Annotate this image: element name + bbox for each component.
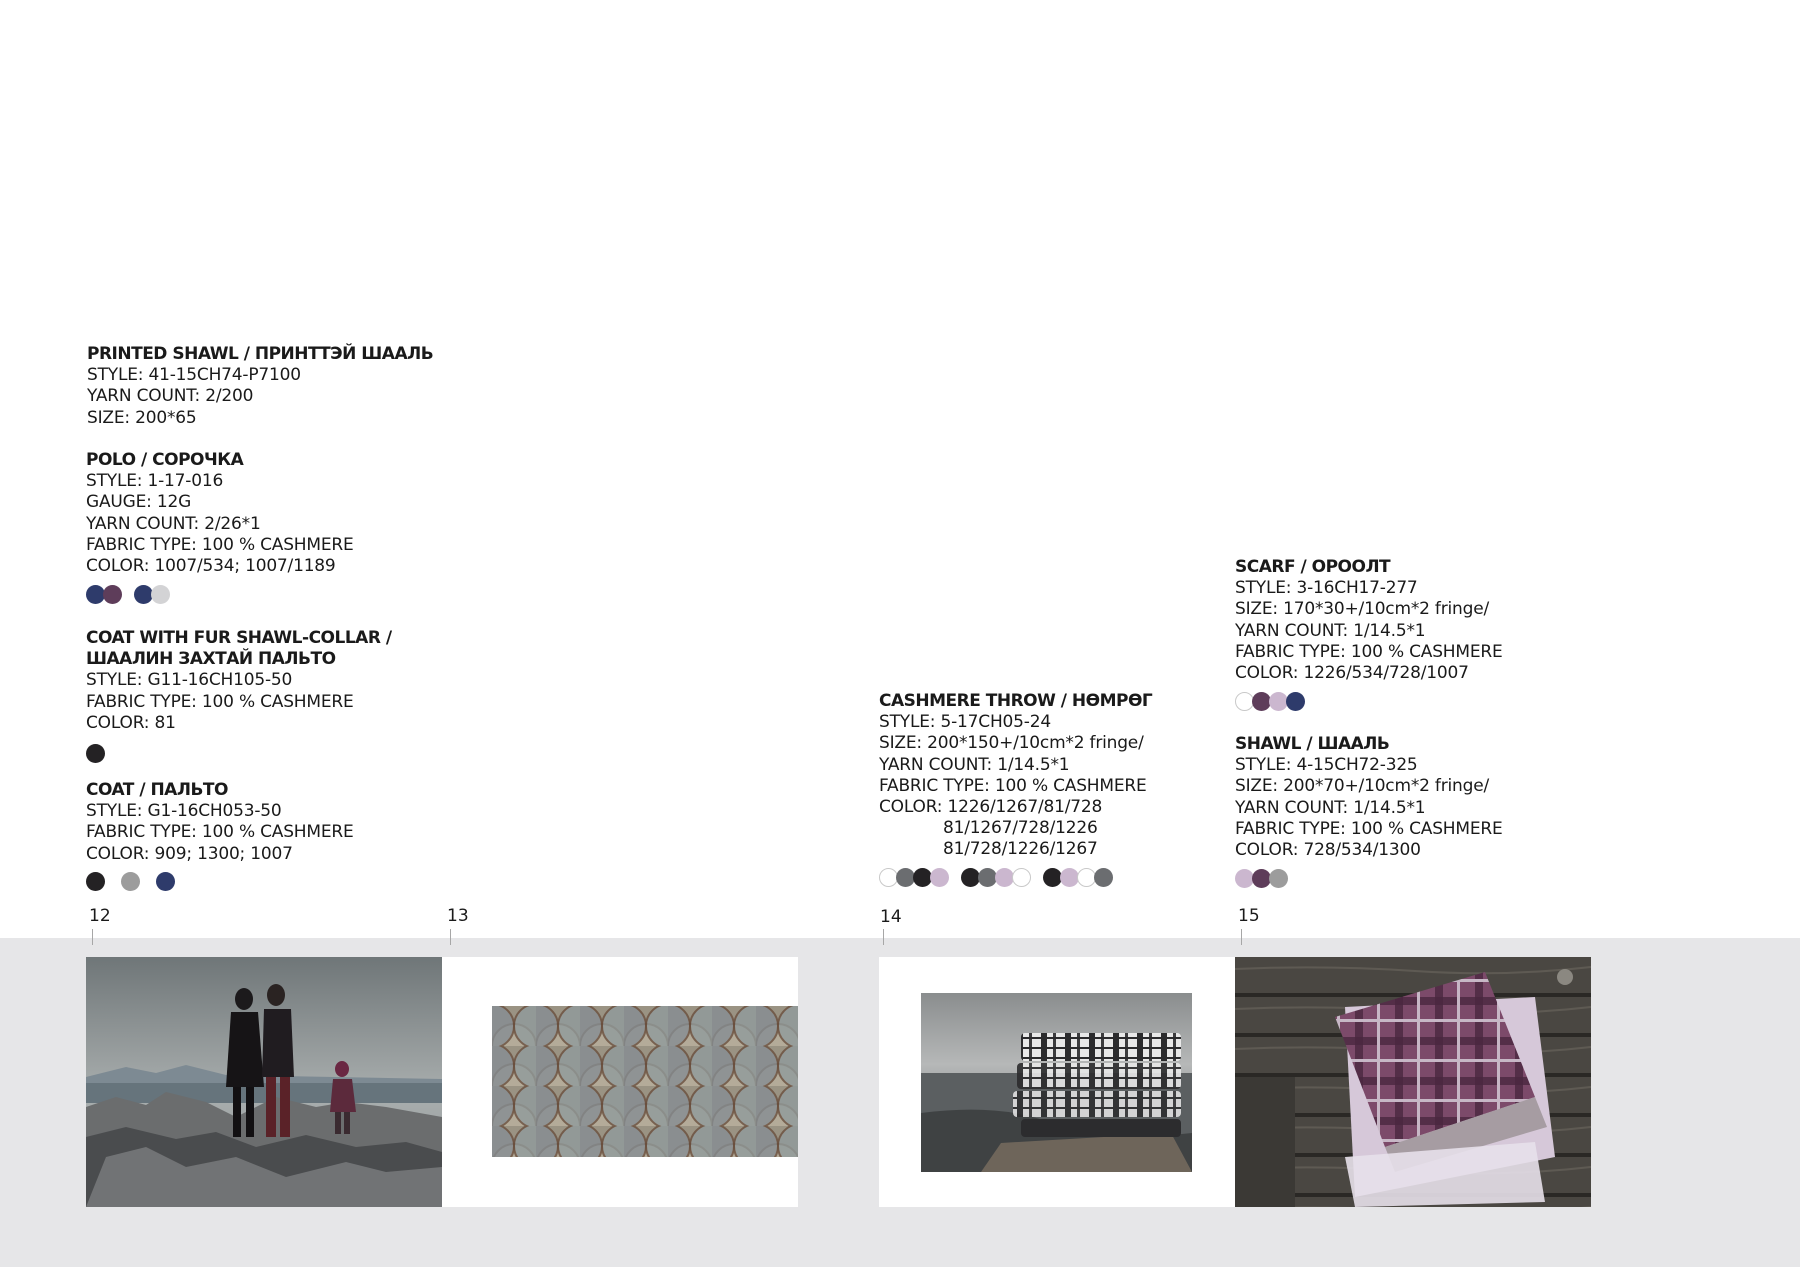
swatch-group [1235,691,1305,711]
fabric-type: FABRIC TYPE: 100 % CASHMERE [86,534,354,555]
page-number-14: 14 [880,907,902,927]
page-tick [883,929,884,945]
swatch-group [86,743,105,763]
swatch-group [1235,868,1288,888]
style-code: STYLE: G1-16CH053-50 [86,801,282,822]
color-swatches [86,583,354,605]
color-swatches [1235,690,1503,712]
style-code: STYLE: 3-16CH17-277 [1235,578,1418,599]
color-swatches [86,742,392,764]
size: SIZE: 170*30+/10cm*2 fringe/ [1235,599,1489,620]
yarn-count: YARN COUNT: 1/14.5*1 [1235,797,1426,818]
color-codes-3: 81/728/1226/1267 [943,839,1098,860]
product-title: PRINTED SHAWL / ПРИНТТЭЙ ШААЛЬ [87,344,434,364]
page-tick [450,929,451,945]
size: SIZE: 200*70+/10cm*2 fringe/ [1235,776,1489,797]
scarf-spec: SCARF / ОРООЛТ STYLE: 3-16CH17-277 SIZE:… [1235,557,1503,712]
style-code: STYLE: G11-16CH105-50 [86,670,293,691]
fabric-type: FABRIC TYPE: 100 % CASHMERE [86,822,354,843]
color-swatch-navy [1286,691,1305,711]
yarn-count: YARN COUNT: 2/200 [87,386,254,407]
product-title: CASHMERE THROW / НӨМРӨГ [879,691,1153,711]
color-codes: COLOR: 1226/534/728/1007 [1235,663,1469,684]
printed-shawl-pattern-image [492,1006,798,1157]
swatch-group [879,868,949,888]
page-number-15: 15 [1238,906,1260,926]
size: SIZE: 200*65 [87,407,197,428]
swatch-group [86,584,122,604]
color-swatch-white [1012,868,1031,888]
color-swatch-navy [156,872,175,892]
fabric-type: FABRIC TYPE: 100 % CASHMERE [86,691,354,712]
color-swatches [86,871,354,893]
color-codes: COLOR: 1226/1267/81/728 [879,797,1103,818]
polo-spec: POLO / СОРОЧКА STYLE: 1-17-016 GAUGE: 12… [86,450,354,605]
coat-fur-collar-spec: COAT WITH FUR SHAWL-COLLAR / ШААЛИН ЗАХТ… [86,628,392,764]
swatch-group [86,872,105,892]
fabric-type: FABRIC TYPE: 100 % CASHMERE [1235,641,1503,662]
color-swatch-light-grey [151,584,170,604]
color-swatch-mid-grey [121,872,140,892]
plaid-shawl-photo [1235,957,1591,1207]
color-swatch-dark-grey [1094,868,1113,888]
swatch-group [1043,868,1113,888]
printed-shawl-photo [492,1006,798,1157]
style-code: STYLE: 5-17CH05-24 [879,712,1051,733]
color-codes-2: 81/1267/728/1226 [943,818,1098,839]
swatch-group [961,868,1031,888]
page-number-13: 13 [447,906,469,926]
color-codes: COLOR: 81 [86,712,176,733]
product-title: POLO / СОРОЧКА [86,450,244,470]
shawl-spec: SHAWL / ШААЛЬ STYLE: 4-15CH72-325 SIZE: … [1235,734,1503,889]
swatch-group [121,872,140,892]
product-title: SCARF / ОРООЛТ [1235,557,1391,577]
yarn-count: YARN COUNT: 1/14.5*1 [879,754,1070,775]
size: SIZE: 200*150+/10cm*2 fringe/ [879,733,1144,754]
page-tick [92,929,93,945]
yarn-count: YARN COUNT: 1/14.5*1 [1235,620,1426,641]
yarn-count: YARN COUNT: 2/26*1 [86,513,261,534]
style-code: STYLE: 41-15CH74-P7100 [87,365,301,386]
style-code: STYLE: 1-17-016 [86,471,224,492]
color-codes: COLOR: 1007/534; 1007/1189 [86,556,336,577]
product-title-mn: ШААЛИН ЗАХТАЙ ПАЛЬТО [86,649,336,670]
cashmere-throw-photo [921,993,1192,1172]
color-swatch-mid-grey [1269,868,1288,888]
color-swatch-lavender [930,868,949,888]
color-swatches [1235,867,1503,889]
swatch-group [156,872,175,892]
color-codes: COLOR: 728/534/1300 [1235,840,1421,861]
fabric-type: FABRIC TYPE: 100 % CASHMERE [1235,818,1503,839]
product-title: COAT / ПАЛЬТО [86,780,228,800]
cashmere-throw-spec: CASHMERE THROW / НӨМРӨГ STYLE: 5-17CH05-… [879,691,1153,889]
color-codes: COLOR: 909; 1300; 1007 [86,843,293,864]
color-swatches [879,867,1152,889]
swatch-group [134,584,170,604]
product-title: COAT WITH FUR SHAWL-COLLAR / [86,628,392,648]
page-tick [1241,929,1242,945]
printed-shawl-spec: PRINTED SHAWL / ПРИНТТЭЙ ШААЛЬ STYLE: 41… [87,344,434,429]
family-coastal-photo [86,957,442,1207]
fabric-type: FABRIC TYPE: 100 % CASHMERE [879,775,1147,796]
color-swatch-black [86,743,105,763]
color-swatch-black [86,872,105,892]
plaid-shawl-wood-image [1235,957,1591,1207]
style-code: STYLE: 4-15CH72-325 [1235,755,1418,776]
page-number-12: 12 [89,906,111,926]
color-swatch-plum [103,584,122,604]
product-title: SHAWL / ШААЛЬ [1235,734,1390,754]
throw-stack-image [921,993,1192,1172]
gauge: GAUGE: 12G [86,492,192,513]
family-coastal-image [86,957,442,1207]
coat-spec: COAT / ПАЛЬТО STYLE: G1-16CH053-50 FABRI… [86,780,354,893]
